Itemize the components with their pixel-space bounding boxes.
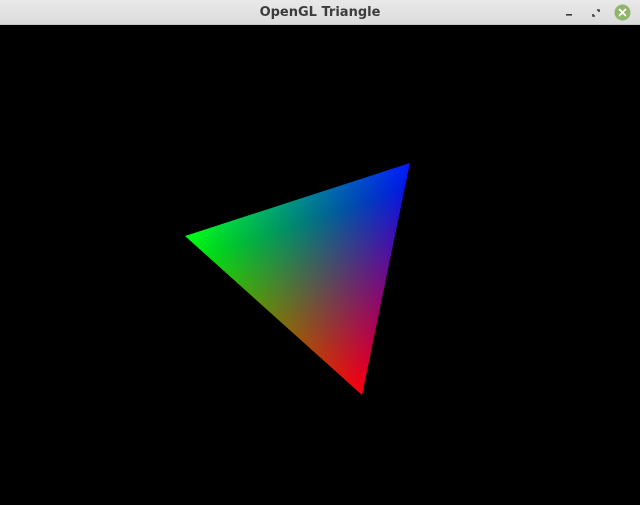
restore-button[interactable] — [586, 3, 605, 22]
restore-icon — [591, 8, 600, 17]
app-window: OpenGL Triangle — [0, 0, 640, 505]
window-title: OpenGL Triangle — [259, 5, 381, 20]
minimize-icon — [565, 13, 572, 16]
triangle-svg — [185, 163, 410, 395]
window-controls — [559, 3, 632, 22]
rgb-triangle — [185, 163, 410, 395]
opengl-viewport[interactable] — [0, 25, 640, 505]
title-bar[interactable]: OpenGL Triangle — [0, 0, 640, 25]
close-icon — [614, 4, 631, 21]
close-button[interactable] — [613, 3, 632, 22]
minimize-button[interactable] — [559, 3, 578, 22]
